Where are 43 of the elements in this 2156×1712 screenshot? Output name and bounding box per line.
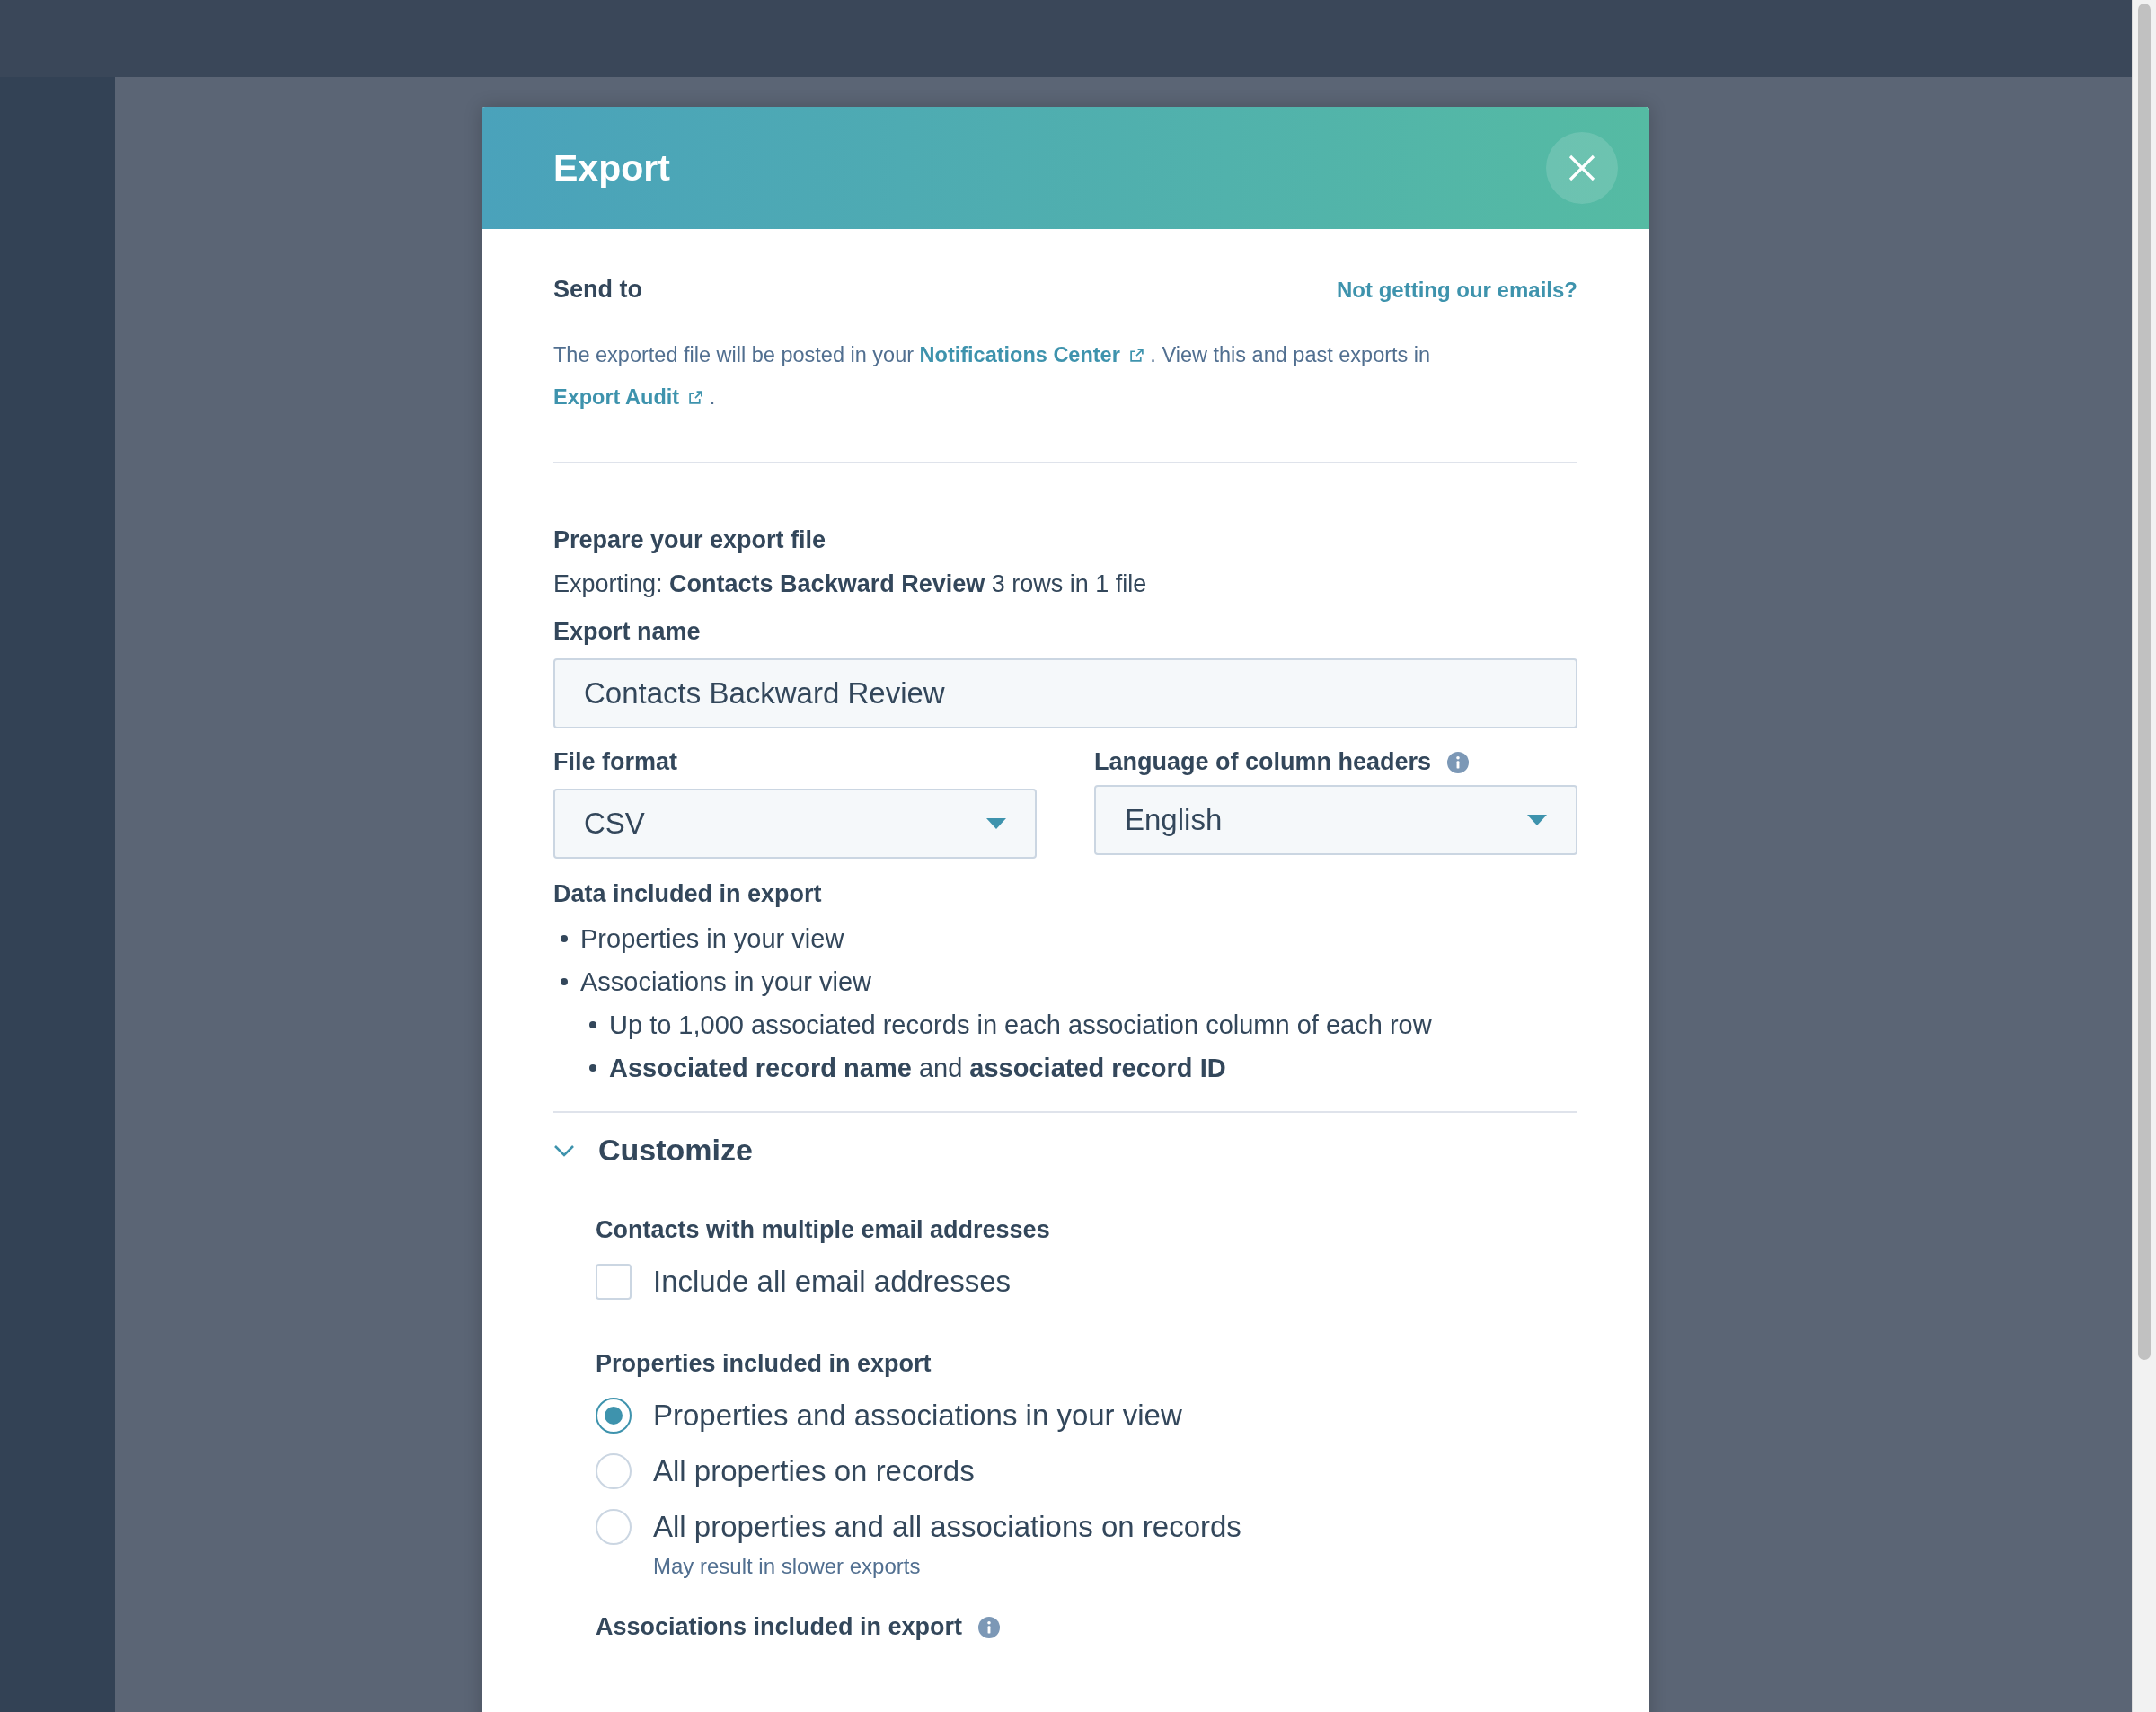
list-item: Associated record name and associated record ID xyxy=(609,1053,1226,1084)
caret-icon xyxy=(986,818,1006,829)
caret-icon xyxy=(1527,815,1547,825)
export-summary: Exporting: Contacts Backward Review 3 rows in 1 file xyxy=(553,570,1148,598)
field-label: Language of column headers xyxy=(1094,748,1432,776)
checkbox[interactable] xyxy=(596,1264,632,1300)
bullet-icon xyxy=(589,1021,596,1028)
customize-toggle[interactable]: Customize xyxy=(553,1133,753,1168)
list-item: Associations in your view xyxy=(580,966,871,998)
bullet-icon xyxy=(561,978,568,985)
description-text: The exported file will be posted in your Notifications Center . View this and past exports in Export Audit . xyxy=(553,334,1577,419)
section-heading: Properties included in export xyxy=(596,1350,932,1378)
external-link-icon xyxy=(688,390,704,405)
text-link[interactable]: Export Audit xyxy=(553,376,704,419)
checkbox-label[interactable]: Include all email addresses xyxy=(653,1265,1012,1299)
list-item: Up to 1,000 associated records in each association column of each row xyxy=(609,1010,1432,1041)
hint-text: May result in slower exports xyxy=(653,1554,922,1579)
dialog-title: Export xyxy=(553,146,670,190)
list-item: Properties in your view xyxy=(580,923,844,955)
section-heading: Contacts with multiple email addresses xyxy=(596,1216,1051,1244)
radio-label[interactable]: Properties and associations in your view xyxy=(653,1399,1182,1433)
close-icon xyxy=(1568,154,1595,181)
external-link-icon xyxy=(1128,348,1144,363)
chevron-icon xyxy=(553,1143,575,1157)
info-icon xyxy=(978,1616,1001,1638)
file-format-dropdown[interactable]: CSV xyxy=(553,789,1037,859)
section-heading: Send to xyxy=(553,276,642,304)
export-name-field[interactable]: Contacts Backward Review xyxy=(553,658,1577,728)
radio-label[interactable]: All properties on records xyxy=(653,1454,975,1488)
bullet-icon xyxy=(589,1064,596,1072)
field-label: File format xyxy=(553,748,678,776)
help-link[interactable]: Not getting our emails? xyxy=(1337,277,1577,303)
section-heading: Data included in export xyxy=(553,880,823,908)
radio-button[interactable] xyxy=(596,1398,632,1434)
field-label: Export name xyxy=(553,618,701,646)
section-heading: Prepare your export file xyxy=(553,526,827,554)
info-icon xyxy=(1447,751,1470,773)
scrollbar-thumb[interactable] xyxy=(2138,4,2151,1360)
radio-label[interactable]: All properties and all associations on records xyxy=(653,1510,1241,1544)
text-link[interactable]: Notifications Center xyxy=(919,334,1144,376)
section-heading: Associations included in export xyxy=(596,1613,963,1641)
language-dropdown[interactable]: English xyxy=(1094,785,1577,855)
bullet-icon xyxy=(561,935,568,942)
